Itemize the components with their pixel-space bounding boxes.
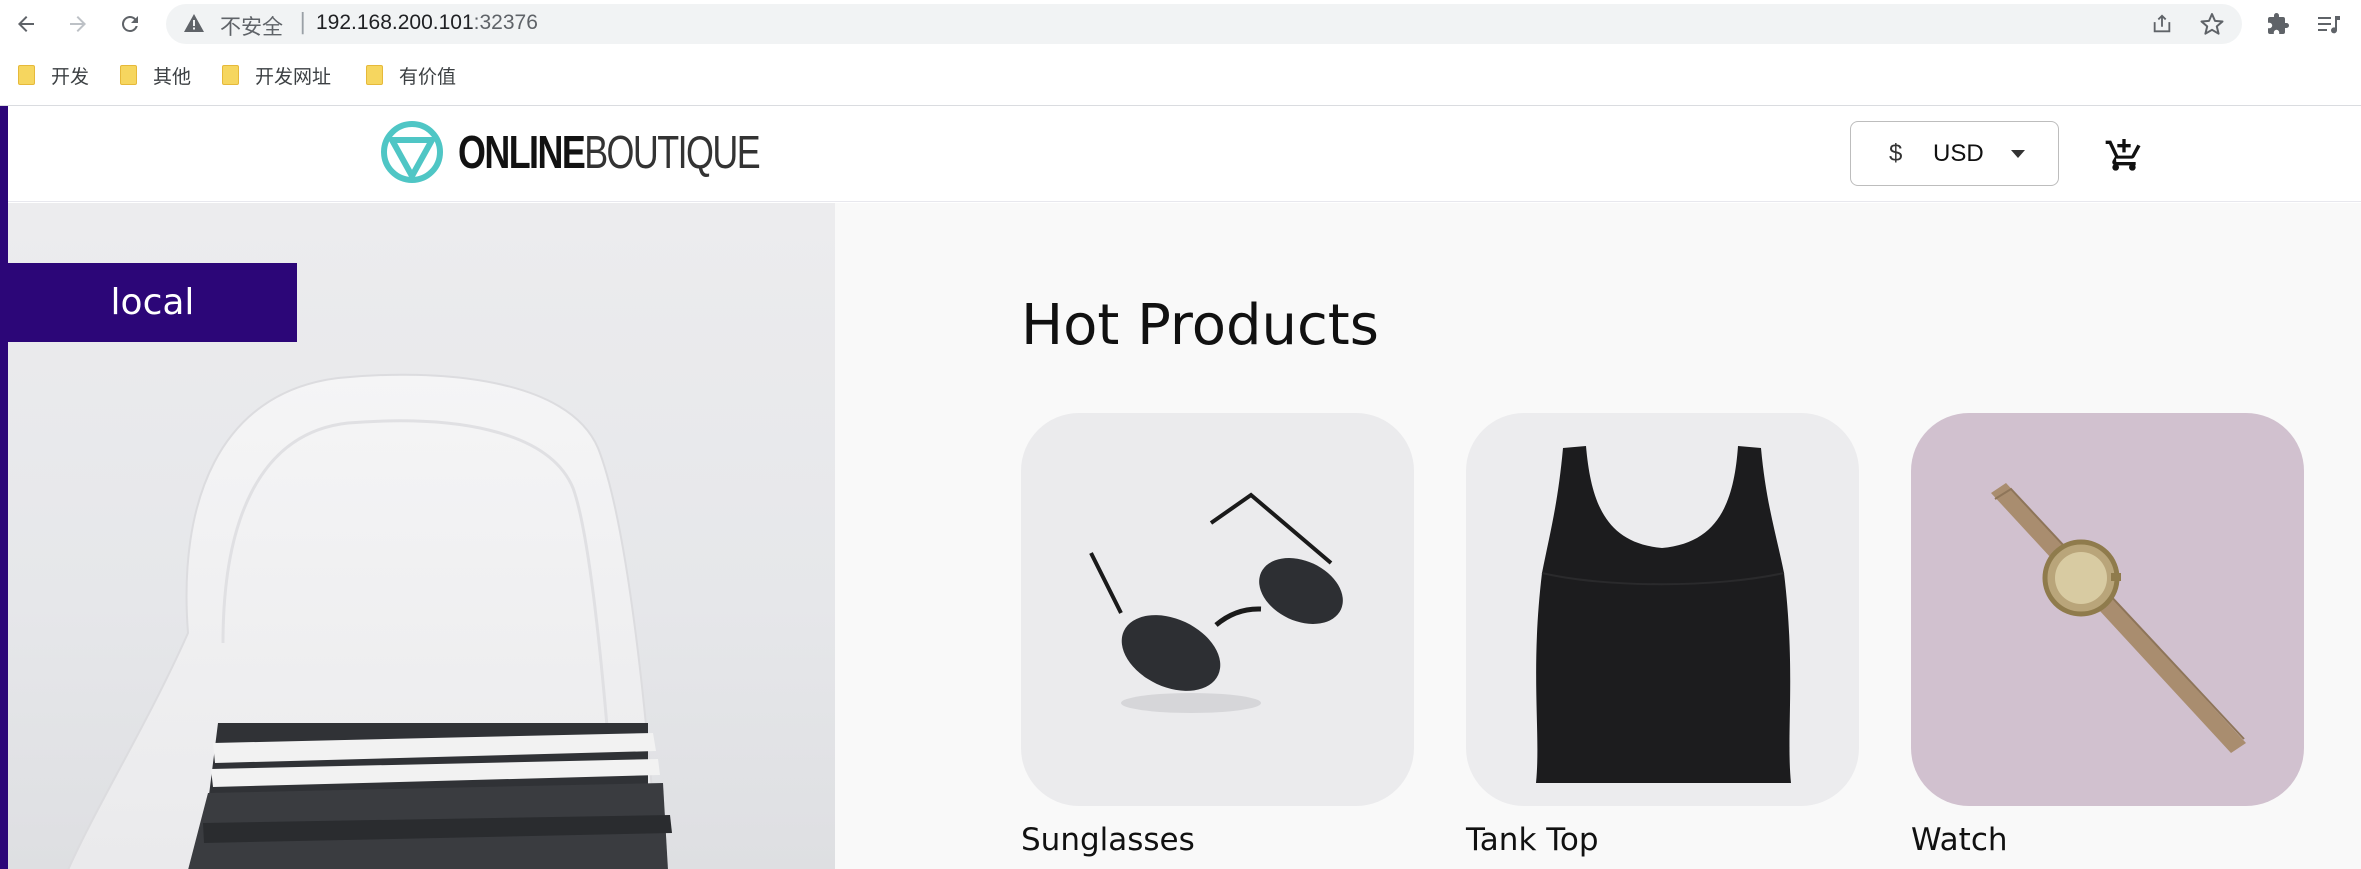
star-icon: [2200, 13, 2224, 35]
section-title: Hot Products: [1021, 293, 1379, 358]
reading-list-icon: [2318, 16, 2340, 34]
security-label[interactable]: 不安全: [220, 11, 283, 41]
bookmark-label: 开发网址: [255, 65, 332, 88]
product-card[interactable]: Watch: [1911, 413, 2304, 858]
folder-icon: [120, 65, 137, 85]
bookmark-folder[interactable]: 有价值: [366, 62, 456, 88]
browser-toolbar: 不安全 | 192.168.200.101:32376: [0, 0, 2361, 48]
bookmark-folder[interactable]: 其他: [120, 62, 191, 88]
reload-button[interactable]: [114, 8, 146, 40]
extensions-button[interactable]: [2264, 10, 2292, 38]
product-image[interactable]: [1911, 413, 2304, 806]
bookmark-label: 有价值: [399, 65, 457, 88]
url-host: 192.168.200.101: [316, 11, 474, 34]
warning-icon[interactable]: [184, 14, 204, 32]
bookmark-label: 其他: [153, 65, 192, 88]
cart-button[interactable]: [2104, 134, 2144, 174]
share-button[interactable]: [2149, 11, 2175, 37]
share-icon: [2153, 14, 2171, 33]
hero-image: local: [8, 203, 835, 869]
url-port: :32376: [473, 11, 538, 34]
product-image[interactable]: [1466, 413, 1859, 806]
bookmark-label: 开发: [51, 65, 90, 88]
logo-wordmark: ONLINEBOUTIQUE: [458, 125, 761, 179]
logo-text-light: BOUTIQUE: [584, 126, 760, 178]
sunglasses-image: [1021, 413, 1414, 806]
reading-list-button[interactable]: [2315, 10, 2343, 38]
cluster-label: local: [110, 282, 195, 323]
tank-top-image: [1466, 413, 1859, 806]
reload-icon: [121, 15, 138, 32]
folder-icon: [222, 65, 239, 85]
product-image[interactable]: [1021, 413, 1414, 806]
currency-symbol: $: [1889, 140, 1903, 167]
caret-down-icon: [2011, 150, 2025, 158]
product-card[interactable]: Tank Top: [1466, 413, 1859, 858]
logo-triangle-icon: [381, 121, 443, 183]
cluster-banner: local: [8, 263, 297, 342]
back-arrow-icon: [18, 16, 34, 32]
product-card[interactable]: Sunglasses: [1021, 413, 1414, 858]
cart-icon: [2105, 139, 2141, 171]
product-name[interactable]: Tank Top: [1466, 822, 1859, 858]
currency-selector[interactable]: $ USD: [1850, 121, 2059, 186]
watch-image: [1911, 413, 2304, 806]
currency-code: USD: [1933, 140, 1984, 167]
url-text[interactable]: 192.168.200.101:32376: [316, 11, 538, 35]
site-header: ONLINEBOUTIQUE $ USD: [8, 106, 2361, 202]
bookmark-star-button[interactable]: [2199, 11, 2225, 37]
puzzle-icon: [2268, 13, 2289, 34]
folder-icon: [18, 65, 35, 85]
forward-arrow-icon: [70, 16, 86, 32]
web-page: ONLINEBOUTIQUE $ USD local Hot Products …: [0, 105, 2361, 869]
back-button[interactable]: [10, 8, 42, 40]
site-logo[interactable]: ONLINEBOUTIQUE: [380, 120, 844, 184]
address-separator: |: [299, 10, 307, 35]
bookmark-folder[interactable]: 开发网址: [222, 62, 331, 88]
logo-text-bold: ONLINE: [458, 126, 586, 178]
forward-button[interactable]: [62, 8, 94, 40]
bookmark-folder[interactable]: 开发: [18, 62, 89, 88]
folder-icon: [366, 65, 383, 85]
product-name[interactable]: Sunglasses: [1021, 822, 1414, 858]
product-name[interactable]: Watch: [1911, 822, 2304, 858]
main-content: Hot Products Sunglasses Tank Top Watch: [835, 203, 2361, 869]
bookmarks-bar: 开发 其他 开发网址 有价值: [0, 58, 2361, 92]
accent-bar: [0, 106, 8, 869]
